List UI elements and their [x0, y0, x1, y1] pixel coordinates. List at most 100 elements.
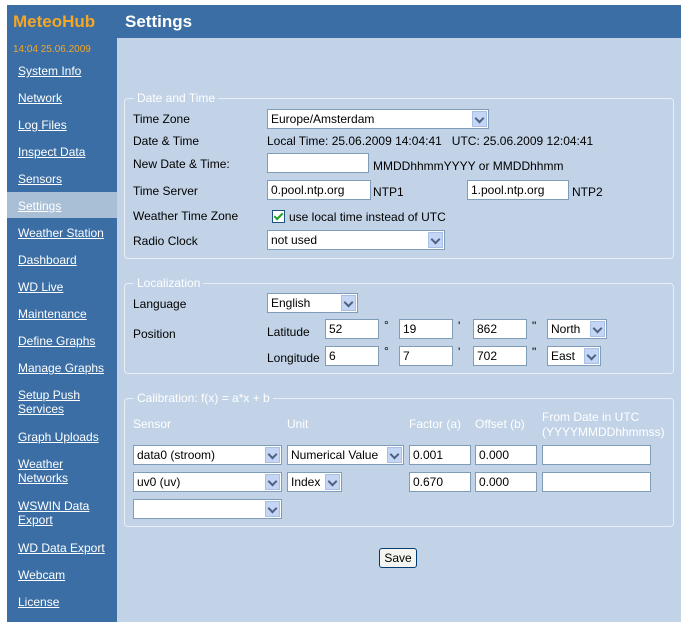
unit-value: Index: [291, 475, 321, 489]
unit-value: Numerical Value: [291, 448, 379, 462]
chevron-down-icon: [265, 501, 280, 517]
radio-clock-label: Radio Clock: [133, 234, 198, 248]
offset-input-row1[interactable]: 0.000: [475, 445, 537, 465]
calibration-legend: Calibration: f(x) = a*x + b: [137, 391, 270, 405]
nav-label: Define Graphs: [18, 334, 96, 348]
longitude-label: Longitude: [267, 351, 320, 365]
nav-log-files[interactable]: Log Files: [7, 118, 117, 132]
second-symbol: ": [532, 345, 537, 359]
col-factor-header: Factor (a): [409, 417, 462, 431]
language-value: English: [271, 296, 311, 310]
latitude-minutes-input[interactable]: 19: [399, 319, 453, 339]
datetime-label: Date & Time: [133, 134, 200, 148]
nav-label: Inspect Data: [18, 145, 86, 159]
chevron-down-icon: [428, 232, 443, 248]
sensor-select-row3[interactable]: [133, 499, 282, 519]
nav-license[interactable]: License: [7, 595, 117, 609]
nav-network[interactable]: Network: [7, 91, 117, 105]
nav-sensors[interactable]: Sensors: [7, 172, 117, 186]
factor-input-row1[interactable]: 0.001: [409, 445, 471, 465]
chevron-down-icon: [472, 111, 487, 127]
longitude-direction-select[interactable]: East: [547, 346, 601, 366]
radio-clock-select[interactable]: not used: [267, 230, 445, 250]
timezone-select[interactable]: Europe/Amsterdam: [267, 109, 489, 129]
nav-label: Log Files: [18, 118, 67, 132]
nav-label: Setup Push: [18, 388, 81, 402]
nav-label: Weather Station: [18, 226, 104, 240]
nav-label: Services: [18, 402, 65, 416]
degree-symbol: °: [384, 318, 389, 332]
longitude-seconds-input[interactable]: 702: [473, 346, 527, 366]
degree-symbol: °: [384, 344, 389, 358]
weather-tz-checkbox[interactable]: [272, 210, 285, 223]
chevron-down-icon: [265, 474, 280, 490]
nav-label: Weather: [18, 457, 64, 471]
sensor-select-row2[interactable]: uv0 (uv): [133, 472, 282, 492]
chevron-down-icon: [265, 447, 280, 463]
nav-dashboard[interactable]: Dashboard: [7, 253, 117, 267]
nav-label: WD Live: [18, 280, 64, 294]
nav-label: Maintenance: [18, 307, 87, 321]
chevron-down-icon: [341, 295, 356, 311]
factor-input-row2[interactable]: 0.670: [409, 472, 471, 492]
nav-graph-uploads[interactable]: Graph Uploads: [7, 430, 117, 444]
weather-tz-label: Weather Time Zone: [133, 209, 239, 223]
nav-maintenance[interactable]: Maintenance: [7, 307, 117, 321]
language-select[interactable]: English: [267, 293, 358, 313]
chevron-down-icon: [387, 447, 402, 463]
from-date-input-row1[interactable]: [542, 445, 651, 465]
unit-select-row2[interactable]: Index: [287, 472, 342, 492]
datetime-legend: Date and Time: [137, 91, 216, 105]
language-label: Language: [133, 297, 187, 311]
sensor-select-row1[interactable]: data0 (stroom): [133, 445, 282, 465]
longitude-degrees-input[interactable]: 6: [325, 346, 379, 366]
nav-label: WD Data Export: [18, 541, 105, 555]
latitude-degrees-input[interactable]: 52: [325, 319, 379, 339]
save-button[interactable]: Save: [379, 548, 417, 568]
latitude-direction-select[interactable]: North: [547, 319, 607, 339]
header-bar: Settings: [117, 5, 681, 38]
nav-setup-push-services[interactable]: Setup Push Services: [7, 388, 117, 416]
offset-input-row2[interactable]: 0.000: [475, 472, 537, 492]
col-from-format: (YYYYMMDDhhmmss): [542, 425, 665, 439]
nav-label: Settings: [18, 199, 62, 213]
second-symbol: ": [532, 319, 537, 333]
nav-label: Manage Graphs: [18, 361, 105, 375]
from-date-input-row2[interactable]: [542, 472, 651, 492]
unit-select-row1[interactable]: Numerical Value: [287, 445, 404, 465]
nav-label: Webcam: [18, 568, 66, 582]
nav-wd-live[interactable]: WD Live: [7, 280, 117, 294]
longitude-minutes-input[interactable]: 7: [399, 346, 453, 366]
nav-label: Dashboard: [18, 253, 77, 267]
current-datetime: 14:04 25.06.2009: [13, 44, 91, 55]
localization-legend: Localization: [137, 276, 201, 290]
nav-system-info[interactable]: System Info: [7, 64, 117, 78]
col-offset-header: Offset (b): [475, 417, 525, 431]
nav-wswin-data-export[interactable]: WSWIN Data Export: [7, 499, 117, 527]
nav-webcam[interactable]: Webcam: [7, 568, 117, 582]
nav-manage-graphs[interactable]: Manage Graphs: [7, 361, 117, 375]
minute-symbol: ': [458, 345, 461, 359]
nav-label: System Info: [18, 64, 82, 78]
longitude-direction-value: East: [551, 349, 576, 363]
nav-inspect-data[interactable]: Inspect Data: [7, 145, 117, 159]
ntp2-label: NTP2: [572, 185, 603, 199]
nav-wd-data-export[interactable]: WD Data Export: [7, 541, 117, 555]
new-datetime-input[interactable]: [267, 153, 369, 173]
main-content: Date and Time Time Zone Europe/Amsterdam…: [117, 38, 681, 622]
nav-label: Network: [18, 91, 63, 105]
ntp1-input[interactable]: 0.pool.ntp.org: [267, 180, 371, 200]
nav-weather-networks[interactable]: Weather Networks: [7, 457, 117, 485]
ntp2-input[interactable]: 1.pool.ntp.org: [467, 180, 569, 200]
chevron-down-icon: [325, 474, 340, 490]
sensor-value: uv0 (uv): [137, 475, 181, 489]
timezone-label: Time Zone: [133, 112, 190, 126]
latitude-seconds-input[interactable]: 862: [473, 319, 527, 339]
minute-symbol: ': [458, 319, 461, 333]
nav-settings[interactable]: Settings: [7, 192, 117, 218]
datetime-value: Local Time: 25.06.2009 14:04:41 UTC: 25.…: [267, 134, 594, 148]
nav-label: Graph Uploads: [18, 430, 99, 444]
nav-weather-station[interactable]: Weather Station: [7, 226, 117, 240]
nav-define-graphs[interactable]: Define Graphs: [7, 334, 117, 348]
time-server-label: Time Server: [133, 184, 198, 198]
